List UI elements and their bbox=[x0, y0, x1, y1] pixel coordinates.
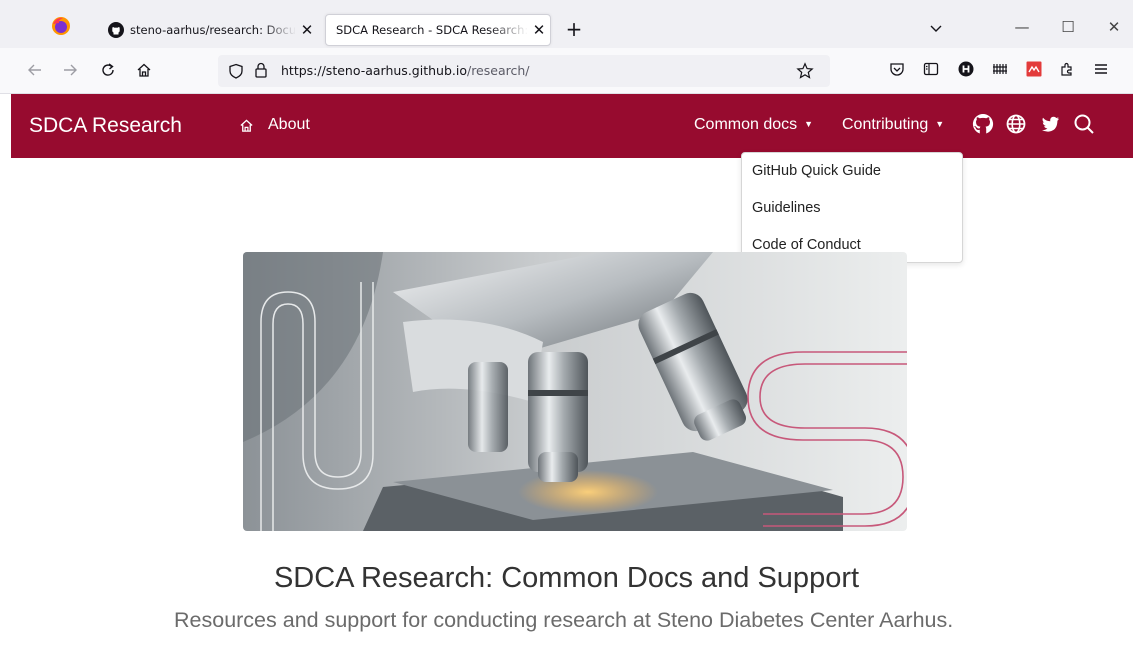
home-button[interactable] bbox=[133, 59, 155, 81]
home-icon bbox=[240, 118, 253, 132]
close-tab-icon[interactable]: ✕ bbox=[528, 21, 550, 39]
search-icon[interactable] bbox=[1072, 112, 1096, 136]
tab-github-docs[interactable]: steno-aarhus/research: Documentation ✕ bbox=[94, 14, 318, 46]
site-navbar: SDCA Research About Common docs ▼ Contrib… bbox=[11, 94, 1133, 158]
reload-icon bbox=[102, 63, 114, 76]
extension-red-icon bbox=[1026, 61, 1042, 77]
maximize-button[interactable]: ☐ bbox=[1057, 17, 1079, 37]
puzzle-icon bbox=[1061, 62, 1072, 76]
extension-h-icon bbox=[958, 61, 974, 77]
dropdown-item-github-quick-guide[interactable]: GitHub Quick Guide bbox=[742, 159, 962, 196]
extension-red-button[interactable] bbox=[1024, 59, 1044, 79]
shield-icon[interactable] bbox=[228, 63, 244, 79]
reload-button[interactable] bbox=[97, 59, 119, 81]
nav-common-docs-label: Common docs bbox=[694, 116, 798, 133]
home-icon bbox=[137, 63, 151, 77]
reader-view-button[interactable] bbox=[921, 59, 941, 79]
common-docs-dropdown: GitHub Quick Guide Guidelines Code of Co… bbox=[741, 152, 963, 263]
url-bar[interactable]: https://steno-aarhus.github.io/research/ bbox=[218, 55, 830, 87]
caret-down-icon: ▼ bbox=[804, 119, 814, 129]
dropdown-item-guidelines[interactable]: Guidelines bbox=[742, 196, 962, 233]
browser-toolbar: https://steno-aarhus.github.io/research/ bbox=[0, 48, 1133, 94]
nav-about-label: About bbox=[268, 116, 310, 133]
url-domain: https://steno-aarhus.github.io bbox=[281, 63, 467, 78]
back-button[interactable] bbox=[24, 59, 46, 81]
extension-h-button[interactable] bbox=[956, 59, 976, 79]
pocket-icon bbox=[890, 63, 904, 76]
hamburger-menu-icon bbox=[1095, 64, 1107, 74]
hero-microscope-image bbox=[243, 252, 907, 531]
extension-bars-button[interactable] bbox=[990, 59, 1010, 79]
arrow-left-icon bbox=[28, 64, 41, 76]
minimize-button[interactable]: — bbox=[1011, 17, 1033, 37]
chevron-down-icon[interactable] bbox=[928, 20, 944, 36]
close-window-button[interactable]: ✕ bbox=[1103, 17, 1125, 37]
forward-button[interactable] bbox=[59, 59, 81, 81]
app-menu-button[interactable] bbox=[1091, 59, 1111, 79]
lock-icon[interactable] bbox=[254, 62, 268, 78]
nav-contributing[interactable]: Contributing ▼ bbox=[842, 116, 944, 134]
extension-bars-icon bbox=[993, 64, 1007, 74]
tab-sdca-research[interactable]: SDCA Research - SDCA Research: Common Do… bbox=[325, 14, 551, 46]
bookmark-star-icon[interactable] bbox=[796, 62, 814, 80]
page-subtitle: Resources and support for conducting res… bbox=[174, 608, 954, 632]
nav-contributing-label: Contributing bbox=[842, 116, 929, 133]
site-brand[interactable]: SDCA Research bbox=[29, 114, 182, 138]
browser-tab-strip: steno-aarhus/research: Documentation ✕ S… bbox=[0, 0, 1133, 48]
extensions-button[interactable] bbox=[1057, 59, 1077, 79]
url-path: /research/ bbox=[466, 63, 530, 78]
github-icon bbox=[108, 22, 124, 38]
nav-common-docs[interactable]: Common docs ▼ bbox=[694, 116, 813, 134]
new-tab-button[interactable]: + bbox=[562, 16, 586, 42]
url-text[interactable]: https://steno-aarhus.github.io/research/ bbox=[281, 63, 529, 78]
twitter-icon[interactable] bbox=[1038, 112, 1062, 136]
page-title: SDCA Research: Common Docs and Support bbox=[273, 562, 860, 594]
arrow-right-icon bbox=[64, 64, 77, 76]
github-icon[interactable] bbox=[971, 112, 995, 136]
firefox-icon[interactable] bbox=[50, 15, 72, 37]
globe-icon[interactable] bbox=[1004, 112, 1028, 136]
caret-down-icon: ▼ bbox=[935, 119, 945, 129]
tab-title: SDCA Research - SDCA Research: Common Do… bbox=[336, 23, 528, 37]
close-tab-icon[interactable]: ✕ bbox=[296, 21, 318, 39]
pocket-button[interactable] bbox=[887, 59, 907, 79]
tab-title: steno-aarhus/research: Documentation bbox=[130, 23, 296, 37]
sidebar-icon bbox=[923, 62, 939, 76]
nav-about-link[interactable]: About bbox=[239, 116, 310, 134]
